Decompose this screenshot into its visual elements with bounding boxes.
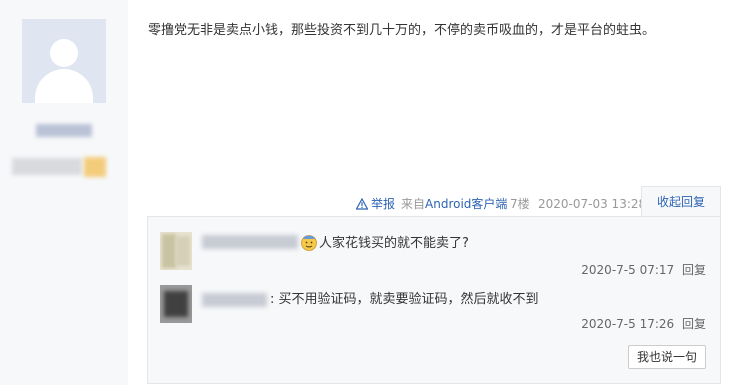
reply-list: 人家花钱买的就不能卖了? 2020-7-5 07:17 回复 : 买不用验证码，…: [147, 216, 721, 384]
source-client-link[interactable]: Android客户端: [425, 197, 507, 211]
avatar-placeholder-head: [50, 39, 78, 67]
reply-button[interactable]: 回复: [682, 317, 706, 331]
smiley-emoji-icon: [301, 235, 317, 251]
source-prefix: 来自: [401, 197, 426, 211]
author-sidebar: [0, 0, 128, 385]
reply-time: 2020-7-5 17:26: [581, 317, 675, 331]
avatar-image-part: [164, 291, 188, 317]
reply-button[interactable]: 回复: [682, 263, 706, 277]
collapse-replies-button[interactable]: 收起回复: [641, 186, 721, 217]
add-comment-button[interactable]: 我也说一句: [628, 345, 706, 369]
reply-meta: 2020-7-5 17:26 回复: [581, 316, 706, 332]
author-level-icon-redacted: [84, 157, 106, 177]
floor-number: 7楼: [510, 197, 530, 211]
report-label: 举报: [371, 197, 396, 211]
reply-time: 2020-7-5 07:17: [581, 263, 675, 277]
reply-meta: 2020-7-5 07:17 回复: [581, 262, 706, 278]
reply-username-redacted[interactable]: [202, 293, 267, 307]
avatar-placeholder-body: [35, 69, 93, 103]
author-name-redacted[interactable]: [36, 124, 92, 137]
post-content: 零撸党无非是卖点小钱，那些投资不到几十万的，不停的卖币吸血的，才是平台的蛀虫。: [148, 23, 656, 38]
reply-username-redacted[interactable]: [202, 235, 298, 249]
author-level-badge-redacted: [12, 158, 82, 175]
reply-avatar[interactable]: [160, 285, 192, 323]
reply-text: 人家花钱买的就不能卖了?: [319, 236, 469, 251]
report-link[interactable]: 举报: [356, 196, 395, 212]
reply-avatar[interactable]: [160, 232, 192, 270]
avatar-image-part: [162, 234, 176, 268]
post-time: 2020-07-03 13:28: [538, 197, 647, 211]
reply-text: : 买不用验证码，就卖要验证码，然后就收不到: [270, 292, 539, 307]
author-avatar[interactable]: [22, 19, 106, 103]
warning-triangle-icon: [356, 198, 368, 210]
post-source: 来自Android客户端: [401, 196, 507, 212]
avatar-image-part: [176, 236, 190, 266]
